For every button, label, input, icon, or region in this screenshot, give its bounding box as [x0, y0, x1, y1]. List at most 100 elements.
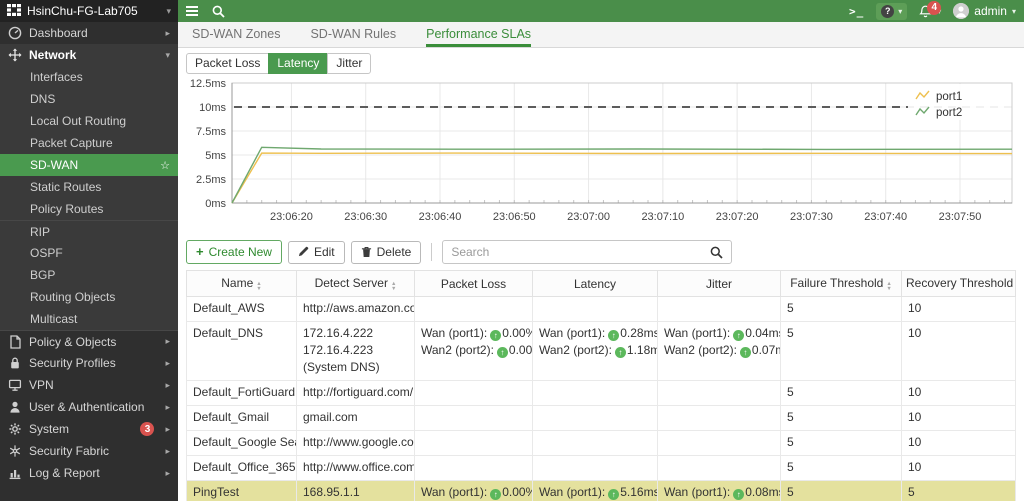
- sidebar-item-label: RIP: [30, 225, 50, 239]
- up-arrow-circle-icon: ↑: [490, 489, 501, 500]
- sidebar-item-log-report[interactable]: Log & Report ▸: [0, 462, 178, 484]
- sidebar-item-label: VPN: [29, 378, 54, 392]
- sidebar-item-vpn[interactable]: VPN▸: [0, 374, 178, 396]
- top-bar: >_ ? ▾ 4 ▾ admin ▾: [178, 0, 1024, 22]
- detect-server-cell: http://www.google.com/: [297, 431, 415, 456]
- policy-icon: [8, 335, 22, 349]
- edit-button[interactable]: Edit: [288, 241, 345, 264]
- table-row-default-fortiguard[interactable]: Default_FortiGuardhttp://fortiguard.com/…: [187, 381, 1016, 406]
- user-icon: [8, 400, 22, 414]
- help-menu-button[interactable]: ? ▾: [876, 3, 907, 20]
- chevron-down-icon: ▾: [165, 50, 170, 61]
- column-header-label: Jitter: [706, 277, 732, 291]
- search-submit-button[interactable]: [701, 241, 731, 263]
- search-icon[interactable]: [212, 5, 225, 18]
- up-arrow-circle-icon: ↑: [733, 489, 744, 500]
- tab-sdwan-zones[interactable]: SD-WAN Zones: [192, 22, 280, 47]
- column-header-latency: Latency: [533, 271, 658, 297]
- sidebar-item-bgp[interactable]: BGP: [0, 264, 178, 286]
- svg-text:7.5ms: 7.5ms: [196, 126, 226, 138]
- chevron-right-icon: ▸: [165, 336, 170, 347]
- chevron-right-icon: ▸: [165, 468, 170, 479]
- sidebar-item-routing-objects[interactable]: Routing Objects: [0, 286, 178, 308]
- sidebar-item-system[interactable]: System3▸: [0, 418, 178, 440]
- sla-table-container: Name▲▼Detect Server▲▼Packet LossLatencyJ…: [186, 270, 1016, 501]
- tab-performance-slas[interactable]: Performance SLAs: [426, 22, 531, 47]
- pencil-icon: [298, 246, 309, 257]
- column-header-label: Name: [221, 276, 253, 290]
- svg-text:2.5ms: 2.5ms: [196, 174, 226, 186]
- sidebar-item-policy-routes[interactable]: Policy Routes: [0, 198, 178, 220]
- sidebar-item-sd-wan[interactable]: SD-WAN☆: [0, 154, 178, 176]
- latency-cell: [533, 381, 658, 406]
- create-new-button[interactable]: +Create New: [186, 240, 282, 264]
- sidebar-item-dns[interactable]: DNS: [0, 88, 178, 110]
- admin-label: admin: [974, 4, 1007, 18]
- jitter-cell: [658, 381, 781, 406]
- failure-threshold-cell: 5: [781, 297, 902, 322]
- admin-menu-button[interactable]: admin ▾: [953, 3, 1016, 19]
- notifications-button[interactable]: 4 ▾: [919, 5, 941, 18]
- table-row-pingtest[interactable]: PingTest168.95.1.18.8.8.8Wan (port1):↑0.…: [187, 481, 1016, 501]
- sidebar-item-dashboard[interactable]: Dashboard▸: [0, 22, 178, 44]
- table-row-default-office-365[interactable]: Default_Office_365http://www.office.com/…: [187, 456, 1016, 481]
- sidebar-item-label: DNS: [30, 92, 55, 106]
- table-row-default-gmail[interactable]: Default_Gmailgmail.com510: [187, 406, 1016, 431]
- sidebar-item-label: Log & Report: [29, 466, 100, 480]
- favorite-star-icon[interactable]: ☆: [160, 159, 170, 172]
- sidebar-item-policy-objects[interactable]: Policy & Objects▸: [0, 330, 178, 352]
- tab-sdwan-rules[interactable]: SD-WAN Rules: [310, 22, 396, 47]
- svg-text:12.5ms: 12.5ms: [190, 78, 227, 90]
- chevron-right-icon: ▸: [165, 358, 170, 369]
- trash-icon: [361, 246, 372, 258]
- delete-button[interactable]: Delete: [351, 241, 422, 264]
- sidebar-item-label: Static Routes: [30, 180, 101, 194]
- sidebar-item-ospf[interactable]: OSPF: [0, 242, 178, 264]
- gear-icon: [8, 422, 22, 436]
- chevron-down-icon: ▾: [898, 7, 902, 16]
- sidebar-item-security-fabric[interactable]: Security Fabric▸: [0, 440, 178, 462]
- sidebar-item-interfaces[interactable]: Interfaces: [0, 66, 178, 88]
- svg-text:23:07:40: 23:07:40: [864, 211, 907, 223]
- column-header-detect-server[interactable]: Detect Server▲▼: [297, 271, 415, 297]
- detect-server-cell: 172.16.4.222172.16.4.223(System DNS): [297, 322, 415, 381]
- move-icon: [8, 48, 22, 62]
- table-row-default-dns[interactable]: Default_DNS172.16.4.222172.16.4.223(Syst…: [187, 322, 1016, 381]
- sidebar-item-security-profiles[interactable]: Security Profiles▸: [0, 352, 178, 374]
- hamburger-menu-icon[interactable]: [186, 6, 198, 16]
- toolbar-divider: [431, 243, 432, 261]
- svg-text:5ms: 5ms: [205, 150, 226, 162]
- column-header-recovery-threshold[interactable]: Recovery Threshold▲▼: [902, 271, 1016, 297]
- column-header-name[interactable]: Name▲▼: [187, 271, 297, 297]
- toggle-jitter[interactable]: Jitter: [327, 53, 371, 74]
- packet-loss-cell: [415, 431, 533, 456]
- sidebar-item-local-out-routing[interactable]: Local Out Routing: [0, 110, 178, 132]
- device-selector[interactable]: HsinChu-FG-Lab705 ▾: [0, 0, 178, 22]
- sidebar-item-static-routes[interactable]: Static Routes: [0, 176, 178, 198]
- sidebar-item-multicast[interactable]: Multicast: [0, 308, 178, 330]
- sort-icon: ▲▼: [256, 282, 261, 291]
- toggle-latency[interactable]: Latency: [268, 53, 328, 74]
- toggle-packet-loss[interactable]: Packet Loss: [186, 53, 269, 74]
- cli-console-button[interactable]: >_: [849, 5, 864, 18]
- search-input[interactable]: [443, 245, 701, 259]
- table-row-default-google-search[interactable]: Default_Google Searchhttp://www.google.c…: [187, 431, 1016, 456]
- sidebar-item-label: Dashboard: [29, 26, 88, 40]
- search-box: [442, 240, 732, 264]
- sidebar-item-label: Routing Objects: [30, 290, 115, 304]
- sidebar-item-network[interactable]: Network▾: [0, 44, 178, 66]
- latency-cell: Wan (port1):↑0.28msWan2 (port2):↑1.18ms: [533, 322, 658, 381]
- sidebar-item-user-authentication[interactable]: User & Authentication▸: [0, 396, 178, 418]
- up-arrow-circle-icon: ↑: [608, 489, 619, 500]
- jitter-cell: Wan (port1):↑0.04msWan2 (port2):↑0.07ms: [658, 322, 781, 381]
- sidebar-item-label: Packet Capture: [30, 136, 113, 150]
- sidebar-item-packet-capture[interactable]: Packet Capture: [0, 132, 178, 154]
- detect-server-cell: http://www.office.com/: [297, 456, 415, 481]
- jitter-cell: Wan (port1):↑0.08msWan2 (port2):↑0.19ms: [658, 481, 781, 501]
- name-cell: Default_DNS: [187, 322, 297, 381]
- sidebar-item-rip[interactable]: RIP: [0, 220, 178, 242]
- notification-count-badge: 4: [927, 1, 941, 15]
- column-header-failure-threshold[interactable]: Failure Threshold▲▼: [781, 271, 902, 297]
- fabric-icon: [8, 444, 22, 458]
- table-row-default-aws[interactable]: Default_AWShttp://aws.amazon.com/510: [187, 297, 1016, 322]
